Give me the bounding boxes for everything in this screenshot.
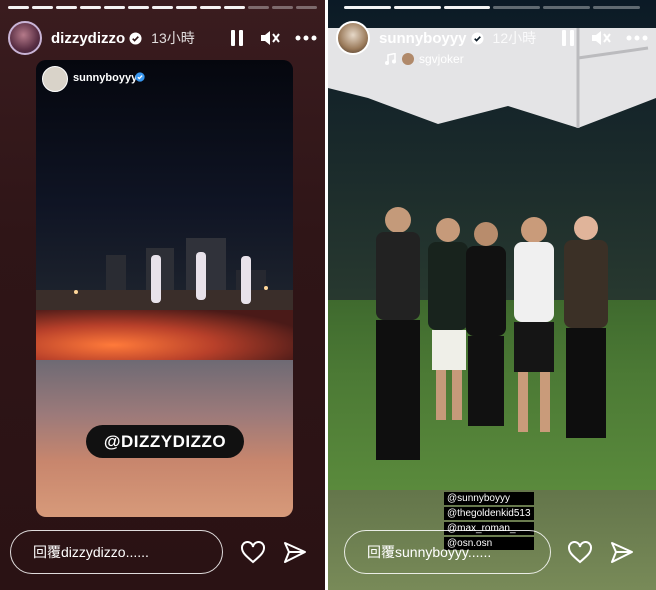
story-progress — [344, 6, 640, 9]
audio-username: sgvjoker — [419, 52, 464, 66]
performer — [196, 252, 206, 300]
reply-input[interactable]: 回覆sunnyboyyy...... — [344, 530, 551, 574]
username[interactable]: dizzydizzo — [51, 30, 125, 47]
story-header: dizzydizzo 13小時 — [8, 18, 317, 58]
verified-icon — [129, 31, 142, 45]
mention-sticker[interactable]: @DIZZYDIZZO — [86, 425, 244, 458]
performer — [241, 256, 251, 304]
reply-input[interactable]: 回覆dizzydizzo...... — [10, 530, 223, 574]
right-story-panel: sunnyboyyy 12小時 sgvjoker @sunnyboyyy @th… — [328, 0, 656, 590]
city-skyline — [36, 238, 293, 310]
verified-icon — [470, 31, 484, 45]
mute-icon[interactable] — [259, 28, 281, 48]
verified-icon — [135, 72, 145, 82]
pause-icon[interactable] — [560, 29, 576, 47]
mention-tag[interactable]: @thegoldenkid513 — [444, 507, 534, 520]
avatar[interactable] — [8, 21, 42, 55]
avatar[interactable] — [336, 21, 370, 55]
left-story-panel: dizzydizzo 13小時 sunnyboyyy @DIZZYDIZZO 回… — [0, 0, 325, 590]
story-header: sunnyboyyy 12小時 — [336, 18, 648, 58]
more-icon[interactable] — [295, 35, 317, 41]
heart-icon[interactable] — [567, 541, 593, 564]
post-time: 12小時 — [492, 30, 537, 46]
audio-attribution[interactable]: sgvjoker — [384, 52, 464, 66]
music-icon — [385, 53, 396, 65]
send-icon[interactable] — [283, 541, 307, 564]
mute-icon[interactable] — [590, 28, 612, 48]
username[interactable]: sunnyboyyy — [379, 30, 467, 47]
more-icon[interactable] — [626, 35, 648, 41]
pause-icon[interactable] — [229, 29, 245, 47]
audio-avatar — [402, 53, 414, 65]
group-photo — [376, 207, 608, 460]
performer — [151, 255, 161, 303]
heart-icon[interactable] — [240, 541, 266, 564]
inner-avatar — [42, 66, 68, 92]
post-time: 13小時 — [151, 30, 195, 46]
inner-username: sunnyboyyy — [73, 72, 138, 84]
send-icon[interactable] — [610, 541, 634, 564]
shared-post-card[interactable]: sunnyboyyy @DIZZYDIZZO — [36, 60, 293, 517]
story-progress — [8, 6, 317, 9]
mention-tag[interactable]: @sunnyboyyy — [444, 492, 534, 505]
